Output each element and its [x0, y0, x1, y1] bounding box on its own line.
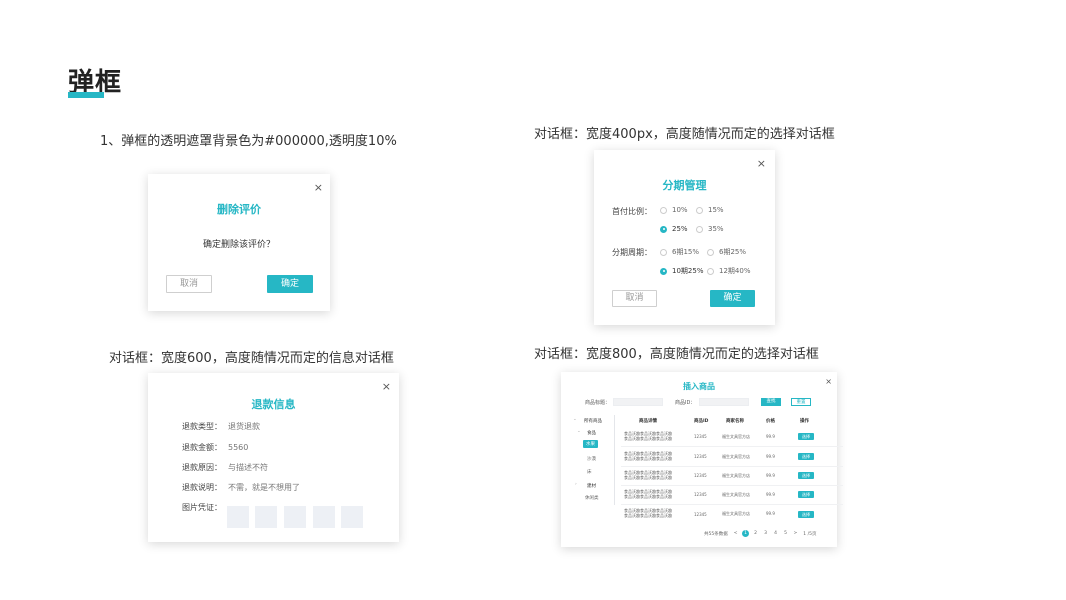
insert-product-dialog: × 插入商品 商品标题： 商品ID： 查找 重置 ⌄ 所有商品 ⌄ 食品 水果 …	[561, 372, 843, 547]
dialog-title: 退款信息	[251, 398, 296, 411]
tree-item-building[interactable]: 建材	[587, 483, 596, 489]
page-2[interactable]: 2	[752, 530, 759, 537]
radio-down-25[interactable]: 25%	[660, 225, 688, 233]
tree-item-bed[interactable]: 床	[587, 469, 592, 475]
tree-item-fruit[interactable]: 水果	[583, 440, 598, 448]
radio-period-10-25[interactable]: 10期25%	[660, 266, 703, 276]
prev-page-icon[interactable]: <	[734, 531, 738, 536]
chevron-down-icon[interactable]: ⌄	[577, 429, 581, 434]
tree-root[interactable]: 所有商品	[584, 418, 602, 424]
product-id-label: 商品ID：	[675, 400, 696, 406]
title-underline	[68, 92, 104, 98]
confirm-button[interactable]: 确定	[710, 290, 755, 307]
proof-images-row: 图片凭证：	[182, 503, 222, 512]
select-button[interactable]: 选择	[798, 453, 814, 460]
radio-period-12-40[interactable]: 12期40%	[707, 266, 750, 276]
product-id-input[interactable]	[699, 398, 749, 406]
radio-icon	[660, 248, 667, 256]
radio-icon	[696, 206, 703, 214]
pagination: 共55条数据 < 1 2 3 4 5 > 1 /5页	[701, 530, 819, 537]
tree-item-desert[interactable]: 沙漠	[587, 456, 596, 462]
radio-icon	[707, 267, 714, 275]
delete-review-dialog: × 删除评价 确定删除该评价？ 取消 确定	[148, 174, 330, 311]
col-price: 价格	[766, 419, 775, 424]
row-divider	[621, 466, 843, 467]
refund-amount-row: 退款金额： 5560	[182, 443, 249, 452]
caption-dialog-400: 对话框：宽度400px，高度随情况而定的选择对话框	[534, 127, 835, 142]
dialog-title: 插入商品	[683, 382, 715, 391]
search-button[interactable]: 查找	[761, 398, 781, 406]
tree-item-leisure[interactable]: 休闲类	[585, 495, 599, 501]
dialog-title: 分期管理	[662, 179, 707, 192]
close-icon[interactable]: ×	[757, 158, 766, 169]
cancel-button[interactable]: 取消	[166, 275, 212, 293]
radio-period-6-15[interactable]: 6期15%	[660, 247, 699, 257]
col-id: 商品ID	[694, 419, 709, 424]
chevron-right-icon[interactable]: ›	[575, 482, 577, 487]
radio-period-6-25[interactable]: 6期25%	[707, 247, 746, 257]
select-button[interactable]: 选择	[798, 511, 814, 518]
refund-type-row: 退款类型： 退货退款	[182, 422, 260, 431]
page-jump[interactable]: 1 /5页	[803, 531, 816, 537]
refund-reason-row: 退款原因： 与描述不符	[182, 463, 268, 472]
image-thumbnail[interactable]	[341, 506, 363, 528]
image-thumbnail[interactable]	[284, 506, 306, 528]
dialog-title: 删除评价	[217, 203, 261, 216]
row-divider	[621, 485, 843, 486]
reset-button[interactable]: 重置	[791, 398, 811, 406]
close-icon[interactable]: ×	[382, 381, 391, 392]
total-count: 共55条数据	[704, 531, 728, 537]
next-page-icon[interactable]: >	[794, 531, 798, 536]
caption-mask-note: 1、弹框的透明遮罩背景色为#000000,透明度10%	[100, 134, 397, 149]
chevron-down-icon[interactable]: ⌄	[573, 417, 577, 422]
radio-checked-icon	[660, 225, 667, 233]
image-thumbnail[interactable]	[313, 506, 335, 528]
col-shop: 商家名称	[726, 419, 744, 424]
col-detail: 商品详情	[639, 419, 657, 424]
page-1[interactable]: 1	[742, 530, 750, 537]
row-divider	[621, 446, 843, 447]
page-3[interactable]: 3	[762, 530, 769, 537]
row-divider	[621, 504, 843, 505]
period-label: 分期周期：	[612, 248, 652, 257]
col-action: 操作	[800, 419, 809, 424]
close-icon[interactable]: ×	[314, 182, 323, 193]
cancel-button[interactable]: 取消	[612, 290, 657, 307]
confirm-button[interactable]: 确定	[267, 275, 313, 293]
select-button[interactable]: 选择	[798, 491, 814, 498]
installment-dialog: × 分期管理 首付比例： 10% 15% 25% 35% 分期周期： 6期15%…	[594, 150, 775, 325]
radio-icon	[660, 206, 667, 214]
caption-dialog-600: 对话框：宽度600，高度随情况而定的信息对话框	[109, 351, 394, 366]
caption-dialog-800: 对话框：宽度800，高度随情况而定的选择对话框	[534, 347, 819, 362]
radio-checked-icon	[660, 267, 667, 275]
product-title-label: 商品标题：	[585, 400, 611, 406]
tree-divider	[614, 415, 615, 505]
image-thumbnail[interactable]	[255, 506, 277, 528]
select-button[interactable]: 选择	[798, 472, 814, 479]
radio-down-15[interactable]: 15%	[696, 206, 724, 214]
page-5[interactable]: 5	[782, 530, 789, 537]
product-title-input[interactable]	[613, 398, 663, 406]
down-payment-label: 首付比例：	[612, 207, 652, 216]
page-4[interactable]: 4	[772, 530, 779, 537]
radio-down-35[interactable]: 35%	[696, 225, 724, 233]
dialog-message: 确定删除该评价？	[202, 240, 275, 250]
radio-down-10[interactable]: 10%	[660, 206, 688, 214]
refund-note-row: 退款说明： 不需，就是不想用了	[182, 483, 300, 492]
image-thumbnail[interactable]	[227, 506, 249, 528]
radio-icon	[696, 225, 703, 233]
select-button[interactable]: 选择	[798, 433, 814, 440]
tree-item-food[interactable]: 食品	[587, 430, 596, 436]
refund-info-dialog: × 退款信息 退款类型： 退货退款 退款金额： 5560 退款原因： 与描述不符 退款…	[148, 373, 399, 542]
radio-icon	[707, 248, 714, 256]
